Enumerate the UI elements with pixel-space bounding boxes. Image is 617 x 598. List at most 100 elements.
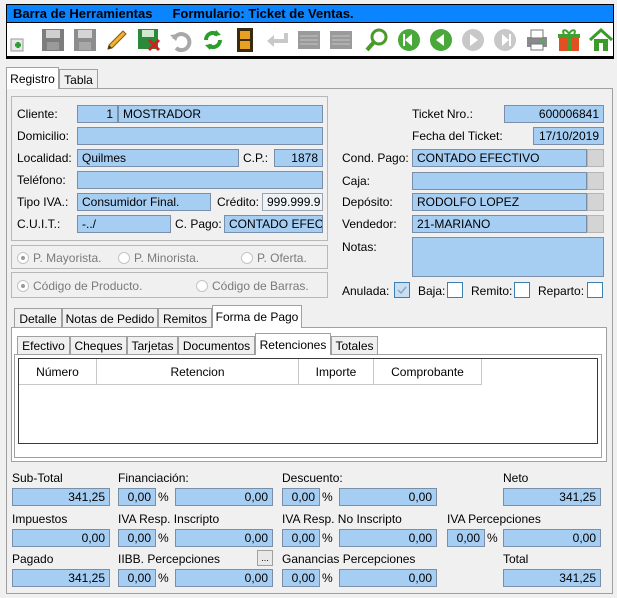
domicilio-field[interactable]: [77, 127, 323, 145]
fecha-field[interactable]: 17/10/2019: [533, 127, 604, 145]
subtotal-label: Sub-Total: [12, 471, 63, 485]
retenciones-grid[interactable]: Número Retencion Importe Comprobante: [18, 358, 598, 444]
ganancias-pct-field[interactable]: 0,00: [282, 569, 320, 587]
search-icon[interactable]: [363, 26, 391, 54]
tab-cheques[interactable]: Cheques: [70, 336, 127, 355]
anulada-checkbox[interactable]: [394, 282, 410, 298]
deposito-field[interactable]: RODOLFO LOPEZ: [412, 193, 587, 211]
list-icon[interactable]: [295, 26, 323, 54]
iva-ri-value-field[interactable]: 0,00: [175, 529, 273, 547]
refresh-icon[interactable]: [199, 26, 227, 54]
cond-pago-dropdown-button[interactable]: [587, 149, 604, 167]
cuit-field[interactable]: -../: [77, 215, 171, 233]
pagado-label: Pagado: [12, 552, 54, 566]
grid-header-numero[interactable]: Número: [19, 359, 97, 385]
iva-percepciones-pct-field[interactable]: 0,00: [447, 529, 485, 547]
cpago-label: C. Pago:: [175, 217, 222, 231]
financiacion-value-field[interactable]: 0,00: [175, 488, 273, 506]
iibb-label: IIBB. Percepciones: [118, 552, 221, 566]
undo-icon[interactable]: [167, 26, 195, 54]
cp-field[interactable]: 1878: [274, 149, 323, 167]
notas-label: Notas:: [342, 240, 377, 254]
caja-dropdown-button[interactable]: [587, 172, 604, 190]
radio-p-minorista[interactable]: P. Minorista.: [118, 251, 199, 265]
telefono-field[interactable]: [77, 171, 323, 189]
pagado-field: 341,25: [12, 569, 110, 587]
descuento-label: Descuento:: [282, 471, 343, 485]
list-icon-2[interactable]: [327, 26, 355, 54]
print-icon[interactable]: [523, 26, 551, 54]
radio-p-mayorista[interactable]: P. Mayorista.: [17, 251, 101, 265]
remito-checkbox[interactable]: [514, 282, 530, 298]
deposito-dropdown-button[interactable]: [587, 193, 604, 211]
grid-header-retencion[interactable]: Retencion: [97, 359, 299, 385]
grid-header-importe[interactable]: Importe: [299, 359, 374, 385]
baja-checkbox[interactable]: [447, 282, 463, 298]
iibb-more-button[interactable]: ...: [257, 550, 273, 566]
iibb-value-field[interactable]: 0,00: [175, 569, 273, 587]
first-icon[interactable]: [395, 26, 423, 54]
radio-codigo-barras[interactable]: Código de Barras.: [196, 279, 309, 293]
iibb-pct-field[interactable]: 0,00: [118, 569, 156, 587]
notas-field[interactable]: [412, 237, 604, 277]
tipo-iva-field[interactable]: Consumidor Final.: [77, 193, 211, 211]
save-disabled-icon[interactable]: [71, 26, 99, 54]
financiacion-pct-sign: %: [158, 490, 169, 504]
total-field: 341,25: [503, 569, 601, 587]
edit-icon[interactable]: [103, 26, 131, 54]
iva-ri-pct-field[interactable]: 0,00: [118, 529, 156, 547]
add-icon[interactable]: [7, 26, 35, 54]
radio-codigo-producto-label: Código de Producto.: [33, 279, 143, 293]
radio-p-oferta[interactable]: P. Oferta.: [241, 251, 307, 265]
vendedor-label: Vendedor:: [342, 217, 397, 231]
next-icon[interactable]: [459, 26, 487, 54]
tab-remitos[interactable]: Remitos: [158, 308, 212, 328]
descuento-pct-sign: %: [322, 490, 333, 504]
vendedor-field[interactable]: 21-MARIANO: [412, 215, 587, 233]
delete-save-icon[interactable]: [135, 26, 163, 54]
descuento-value-field[interactable]: 0,00: [339, 488, 437, 506]
descuento-pct-field[interactable]: 0,00: [282, 488, 320, 506]
localidad-label: Localidad:: [17, 151, 72, 165]
cliente-name-field[interactable]: MOSTRADOR: [118, 105, 323, 123]
credito-label: Crédito:: [217, 195, 260, 209]
cpago-field[interactable]: CONTADO EFEC: [224, 215, 323, 233]
tab-detalle[interactable]: Detalle: [14, 308, 62, 328]
ganancias-label: Ganancias Percepciones: [282, 552, 416, 566]
reparto-checkbox[interactable]: [587, 282, 603, 298]
cliente-number-field[interactable]: 1: [77, 105, 118, 123]
caja-field[interactable]: [412, 172, 587, 190]
save-icon[interactable]: [39, 26, 67, 54]
tab-efectivo[interactable]: Efectivo: [17, 336, 70, 355]
iva-rni-pct-sign: %: [322, 531, 333, 545]
form-title: Formulario: Ticket de Ventas.: [172, 6, 354, 21]
iva-percepciones-pct-sign: %: [487, 531, 498, 545]
ganancias-value-field[interactable]: 0,00: [339, 569, 437, 587]
home-icon[interactable]: [587, 26, 615, 54]
tab-notas-pedido[interactable]: Notas de Pedido: [62, 308, 158, 328]
grid-header-comprobante[interactable]: Comprobante: [374, 359, 482, 385]
tab-documentos[interactable]: Documentos: [178, 336, 255, 355]
radio-codigo-producto[interactable]: Código de Producto.: [17, 279, 142, 293]
iva-percepciones-value-field[interactable]: 0,00: [503, 529, 601, 547]
iva-rni-value-field[interactable]: 0,00: [339, 529, 437, 547]
localidad-field[interactable]: Quilmes: [77, 149, 239, 167]
neto-label: Neto: [503, 471, 529, 485]
last-icon[interactable]: [491, 26, 519, 54]
tab-tabla[interactable]: Tabla: [59, 69, 98, 89]
vendedor-dropdown-button[interactable]: [587, 215, 604, 233]
cond-pago-field[interactable]: CONTADO EFECTIVO: [412, 149, 587, 167]
back-arrow-icon[interactable]: [263, 26, 291, 54]
tab-tarjetas[interactable]: Tarjetas: [127, 336, 178, 355]
gift-icon[interactable]: [555, 26, 583, 54]
tab-totales[interactable]: Totales: [331, 336, 378, 355]
film-icon[interactable]: [231, 26, 259, 54]
tipo-iva-label: Tipo IVA.:: [17, 195, 69, 209]
tab-forma-pago[interactable]: Forma de Pago: [212, 305, 302, 328]
ticket-nro-field[interactable]: 600006841: [504, 105, 604, 123]
tab-retenciones[interactable]: Retenciones: [255, 333, 331, 355]
financiacion-pct-field[interactable]: 0,00: [118, 488, 156, 506]
tab-registro[interactable]: Registro: [6, 67, 59, 89]
prev-icon[interactable]: [427, 26, 455, 54]
iva-rni-pct-field[interactable]: 0,00: [282, 529, 320, 547]
